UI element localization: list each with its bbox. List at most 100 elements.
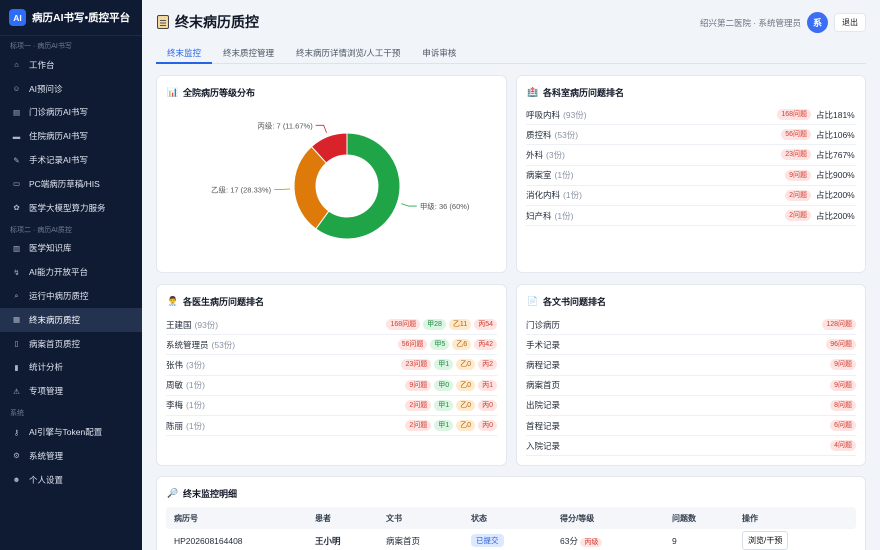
sidebar-item[interactable]: ⌂ 工作台 — [0, 53, 142, 77]
dept-record-count: (1份) — [554, 210, 574, 221]
document-name: 入院记录 — [526, 440, 561, 451]
sidebar-item[interactable]: ✿ 医学大模型算力服务 — [0, 196, 142, 220]
tab-terminal-monitor[interactable]: 终末监控 — [156, 44, 213, 64]
sidebar-item[interactable]: ▥ 医学知识库 — [0, 237, 142, 261]
list-item[interactable]: 外科 (3份) 23问题 占比767% — [526, 145, 856, 166]
dept-record-count: (93份) — [563, 109, 587, 120]
col-header-action: 操作 — [742, 513, 758, 523]
sidebar-item[interactable]: ⚠ 专项管理 — [0, 379, 142, 403]
browse-intervene-button[interactable]: 浏览/干预 — [742, 531, 789, 550]
sidebar-item[interactable]: ▭ PC端病历草稿/HIS — [0, 172, 142, 196]
grade-a-badge: 甲1 — [434, 359, 454, 371]
list-item[interactable]: 陈丽 (1份) 2问题 甲1 乙0 丙0 — [166, 416, 497, 437]
row-stats: 128问题 — [822, 319, 856, 331]
list-item[interactable]: 张伟 (3份) 23问题 甲1 乙0 丙2 — [166, 355, 497, 376]
score: 63分 — [560, 535, 578, 546]
grade-a-badge: 甲1 — [434, 420, 454, 432]
grade-c-badge: 丙1 — [478, 379, 497, 391]
doctor-record-count: (3份) — [186, 359, 205, 370]
list-item[interactable]: 呼吸内科 (93份) 168问题 占比181% — [526, 105, 856, 126]
sidebar-item[interactable]: ☻ 个人设置 — [0, 468, 142, 492]
sidebar-item-label: AI预问诊 — [29, 83, 63, 94]
list-item[interactable]: 李梅 (1份) 2问题 甲1 乙0 丙0 — [166, 396, 497, 416]
nav-section-title: 标项二 · 病历AI质控 — [10, 226, 72, 234]
row-stats: 96问题 — [826, 339, 856, 351]
sidebar-item-label: 统计分析 — [29, 362, 64, 373]
grade-a-badge: 甲0 — [434, 379, 454, 391]
sidebar-item-label: 终末病历质控 — [29, 314, 81, 325]
clipboard-icon: ▦ — [12, 315, 21, 325]
list-item[interactable]: 消化内科 (1份) 2问题 占比200% — [526, 186, 856, 206]
list-item[interactable]: 病程记录 9问题 — [526, 355, 856, 376]
tab-terminal-qc-manage[interactable]: 终末质控管理 — [212, 44, 285, 64]
row-stats: 9问题 — [830, 359, 856, 371]
sidebar-item[interactable]: ▦ 终末病历质控 — [0, 307, 142, 332]
label-leader-0 — [401, 203, 417, 207]
issue-count-badge: 2问题 — [405, 420, 432, 432]
row-stats: 8问题 — [830, 399, 856, 411]
col-header-record-id: 病历号 — [174, 513, 198, 523]
list-item[interactable]: 病案室 (1份) 9问题 占比900% — [526, 166, 856, 186]
row-stats: 9问题 占比900% — [785, 169, 856, 181]
page-title: 终末病历质控 — [157, 12, 259, 32]
issue-count-badge: 128问题 — [822, 319, 856, 331]
dept-name: 妇产科 — [526, 210, 552, 221]
search-icon: 🔎 — [167, 488, 179, 498]
list-item[interactable]: 首程记录 6问题 — [526, 416, 856, 437]
sidebar-item[interactable]: ▤ 门诊病历AI书写 — [0, 101, 142, 125]
list-item[interactable]: 系统管理员 (53份) 56问题 甲5 乙6 丙42 — [166, 335, 497, 356]
list-item[interactable]: 手术记录 96问题 — [526, 335, 856, 356]
sidebar-item[interactable]: ▯ 病案首页质控 — [0, 332, 142, 356]
search-icon: ⌕ — [14, 291, 19, 301]
logout-button[interactable]: 退出 — [834, 13, 866, 32]
issue-ratio: 占比200% — [816, 190, 855, 201]
doctor-name: 王建国 — [166, 319, 192, 330]
issue-count-badge: 8问题 — [830, 399, 856, 411]
slice-label-1: 乙级: 17 (28.33%) — [211, 184, 272, 194]
issue-count: 9 — [672, 535, 677, 546]
issue-count-badge: 56问题 — [397, 339, 428, 351]
sidebar-item[interactable]: ↯ AI能力开放平台 — [0, 260, 142, 284]
sidebar-item-label: 住院病历AI书写 — [29, 131, 89, 142]
col-header-score: 得分/等级 — [560, 513, 595, 523]
avatar[interactable]: 系 — [807, 12, 828, 33]
hospital-user-label: 绍兴第二医院 · 系统管理员 — [699, 17, 801, 28]
document-card-title-text: 各文书问题排名 — [543, 297, 607, 307]
sidebar-item[interactable]: ▮ 统计分析 — [0, 356, 142, 380]
tab-record-detail-browse[interactable]: 终末病历详情浏览/人工干预 — [285, 44, 411, 64]
sidebar-item[interactable]: ⚷ AI引擎与Token配置 — [0, 420, 142, 444]
sidebar-item[interactable]: ☺ AI预问诊 — [0, 77, 142, 101]
record-id: HP202608164408 — [174, 535, 243, 546]
detail-table: 病历号 患者 文书 状态 得分/等级 问题数 操作 HP202608164408… — [166, 507, 856, 550]
doctor-record-count: (93份) — [194, 319, 219, 330]
sidebar-item[interactable]: ⌕ 运行中病历质控 — [0, 284, 142, 308]
grade-c-badge: 丙0 — [478, 420, 497, 432]
dept-name: 消化内科 — [526, 190, 561, 201]
issue-count-badge: 4问题 — [830, 440, 856, 452]
sidebar-item-label: 个人设置 — [29, 474, 64, 485]
sidebar-item[interactable]: ⚙ 系统管理 — [0, 444, 142, 468]
list-item[interactable]: 出院记录 8问题 — [526, 396, 856, 416]
sidebar-item[interactable]: ✎ 手术记录AI书写 — [0, 148, 142, 172]
sidebar-item-label: 专项管理 — [29, 386, 64, 397]
issue-count-badge: 2问题 — [785, 189, 811, 201]
grade-a-badge: 甲1 — [434, 399, 454, 411]
list-item[interactable]: 妇产科 (1份) 2问题 占比200% — [526, 206, 856, 227]
list-item[interactable]: 王建国 (93份) 168问题 甲28 乙11 丙54 — [166, 315, 497, 336]
brain-icon: ✿ — [13, 203, 20, 213]
issue-count-badge: 168问题 — [386, 319, 421, 331]
dept-card-title-text: 各科室病历问题排名 — [543, 88, 625, 98]
bed-icon: ▬ — [12, 131, 21, 141]
list-item[interactable]: 周敏 (1份) 9问题 甲0 乙0 丙1 — [166, 376, 497, 396]
issue-ratio: 占比106% — [816, 129, 855, 140]
list-item[interactable]: 入院记录 4问题 — [526, 436, 856, 457]
list-item[interactable]: 病案首页 9问题 — [526, 376, 856, 396]
list-item[interactable]: 质控科 (53份) 56问题 占比106% — [526, 125, 856, 146]
tab-appeal-review[interactable]: 申诉审核 — [411, 44, 467, 64]
list-item[interactable]: 门诊病历 128问题 — [526, 315, 856, 336]
sidebar-item[interactable]: ▬ 住院病历AI书写 — [0, 124, 142, 148]
plug-icon: ↯ — [13, 267, 20, 277]
dept-name: 呼吸内科 — [526, 109, 561, 120]
detail-card-title: 🔎 终末监控明细 — [167, 487, 237, 500]
page-icon: ▯ — [14, 339, 19, 349]
